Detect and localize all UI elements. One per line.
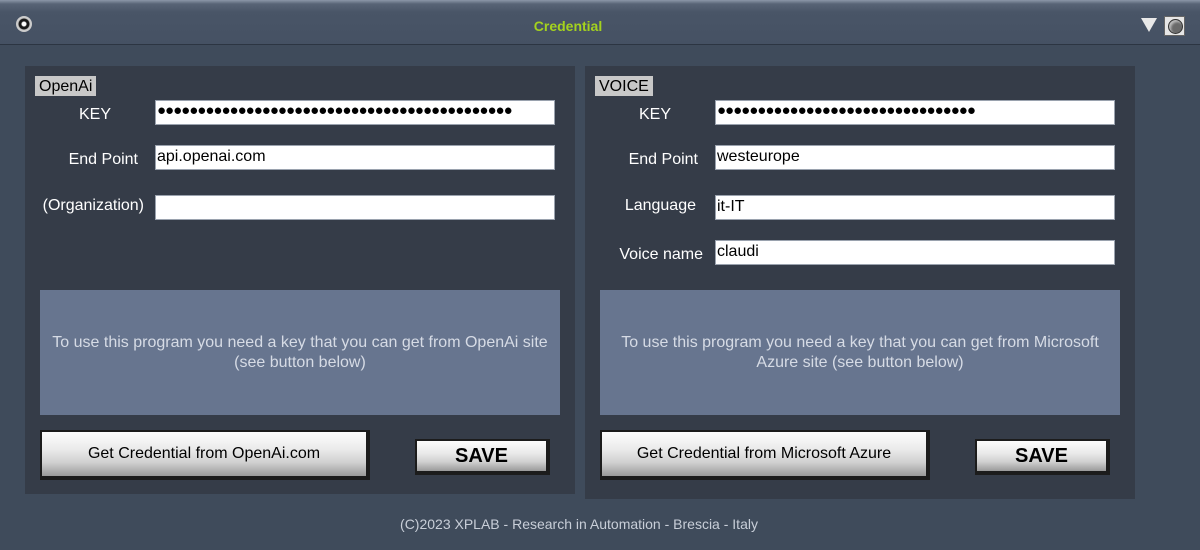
openai-key-field[interactable]: ●●●●●●●●●●●●●●●●●●●●●●●●●●●●●●●●●●●●●●●●… bbox=[155, 100, 555, 125]
openai-endpoint-label: End Point bbox=[68, 151, 138, 168]
voice-save-button[interactable]: SAVE bbox=[975, 439, 1110, 475]
openai-info-box: To use this program you need a key that … bbox=[40, 290, 560, 415]
openai-endpoint-field[interactable]: api.openai.com bbox=[155, 145, 555, 170]
voice-endpoint-field[interactable]: westeurope bbox=[715, 145, 1115, 170]
openai-organization-field[interactable] bbox=[155, 195, 555, 220]
openai-group-label: OpenAi bbox=[35, 76, 97, 96]
voice-language-field[interactable]: it-IT bbox=[715, 195, 1115, 220]
voice-key-label: KEY bbox=[638, 106, 671, 123]
voice-group-label: VOICE bbox=[595, 76, 653, 96]
title-bar: Credential bbox=[0, 0, 1200, 45]
voice-key-field[interactable]: ●●●●●●●●●●●●●●●●●●●●●●●●●●●●●●●● bbox=[715, 100, 1115, 125]
openai-key-label: KEY bbox=[78, 106, 111, 123]
triangle-down-icon[interactable] bbox=[1141, 18, 1157, 32]
footer-copyright: (C)2023 XPLAB - Research in Automation -… bbox=[400, 516, 758, 532]
close-button-icon[interactable] bbox=[1164, 16, 1185, 36]
window-title: Credential bbox=[533, 18, 603, 34]
voice-endpoint-label: End Point bbox=[628, 151, 698, 168]
openai-organization-label: (Organization) bbox=[42, 197, 144, 214]
voice-name-label: Voice name bbox=[619, 246, 703, 263]
openai-save-button[interactable]: SAVE bbox=[415, 439, 550, 475]
get-openai-credential-button[interactable]: Get Credential from OpenAi.com bbox=[40, 430, 370, 480]
voice-language-label: Language bbox=[624, 197, 696, 214]
get-azure-credential-button[interactable]: Get Credential from Microsoft Azure bbox=[600, 430, 930, 480]
voice-info-box: To use this program you need a key that … bbox=[600, 290, 1120, 415]
voice-name-field[interactable]: claudi bbox=[715, 240, 1115, 265]
